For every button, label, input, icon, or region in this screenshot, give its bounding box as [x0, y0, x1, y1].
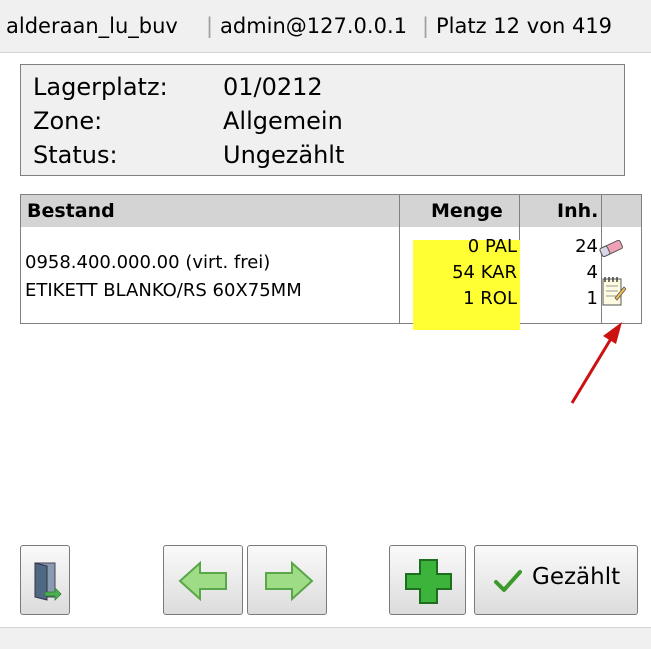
- status-label: Status:: [33, 141, 118, 169]
- exit-button[interactable]: [20, 545, 70, 615]
- title-separator: |: [422, 14, 430, 38]
- content-pal: 24: [575, 236, 598, 257]
- status-bar: [0, 627, 651, 649]
- column-divider: [399, 227, 400, 323]
- column-header-inhalt: Inh.: [557, 200, 599, 222]
- confirm-counted-button[interactable]: Gezählt: [474, 545, 638, 615]
- column-divider: [399, 195, 400, 227]
- quantity-column: 0 PAL 54 KAR 1 ROL: [413, 236, 517, 326]
- zone-value: Allgemein: [223, 107, 343, 135]
- add-button[interactable]: [389, 545, 466, 615]
- contents-column: 24 4 1: [520, 236, 598, 326]
- lagerplatz-label: Lagerplatz:: [33, 73, 168, 101]
- item-name[interactable]: ETIKETT BLANKO/RS 60X75MM: [25, 280, 302, 301]
- arrow-left-icon: [178, 560, 227, 602]
- previous-button[interactable]: [163, 545, 243, 615]
- plus-icon: [405, 559, 452, 604]
- next-button[interactable]: [247, 545, 327, 615]
- arrow-right-icon: [265, 560, 314, 602]
- lagerplatz-value: 01/0212: [223, 73, 323, 101]
- user-name: alderaan_lu_buv: [6, 14, 178, 38]
- eraser-icon[interactable]: [598, 238, 624, 258]
- quantity-rol[interactable]: 1 ROL: [463, 288, 517, 309]
- notepad-icon[interactable]: [600, 274, 626, 308]
- zone-label: Zone:: [33, 107, 103, 135]
- column-divider: [519, 195, 520, 227]
- location-info-panel: Lagerplatz: 01/0212 Zone: Allgemein Stat…: [20, 64, 625, 176]
- column-header-menge: Menge: [431, 200, 503, 222]
- content-rol: 1: [586, 288, 598, 309]
- checkmark-icon: [494, 570, 522, 592]
- title-bar: alderaan_lu_buv | admin@127.0.0.1 | Plat…: [0, 0, 651, 53]
- column-header-bestand: Bestand: [27, 200, 115, 222]
- server-address: admin@127.0.0.1: [220, 14, 407, 38]
- title-separator: |: [206, 14, 214, 38]
- status-value: Ungezählt: [223, 141, 345, 169]
- exit-door-icon: [34, 562, 62, 601]
- position-indicator: Platz 12 von 419: [436, 14, 613, 38]
- content-kar: 4: [586, 262, 598, 283]
- item-number[interactable]: 0958.400.000.00 (virt. frei): [25, 252, 270, 273]
- confirm-button-label: Gezählt: [532, 564, 621, 590]
- quantity-pal[interactable]: 0 PAL: [468, 236, 517, 257]
- stock-table-header: Bestand Menge Inh.: [21, 195, 641, 227]
- quantity-kar[interactable]: 54 KAR: [452, 262, 517, 283]
